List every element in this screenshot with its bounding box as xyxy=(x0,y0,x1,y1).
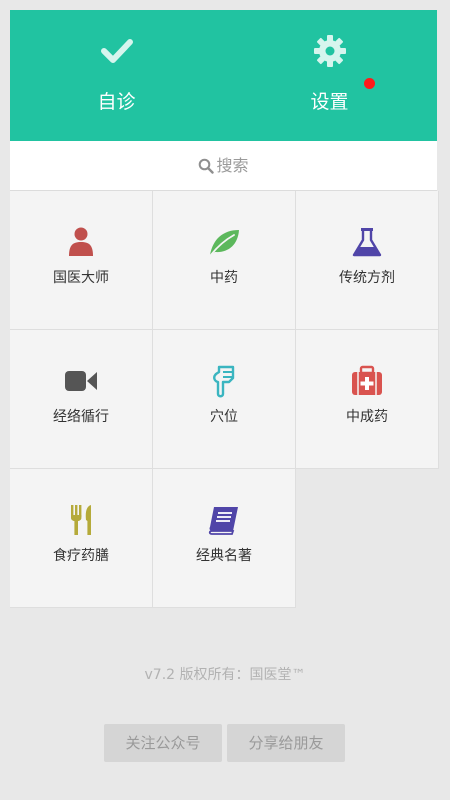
copyright-text: v7.2 版权所有：国医堂™ xyxy=(144,667,306,683)
self-diagnosis-label: 自诊 xyxy=(97,91,136,113)
gear-icon xyxy=(313,35,346,67)
flask-icon xyxy=(352,228,382,257)
medical-kit-icon xyxy=(352,365,382,395)
grid-item-patent-medicine[interactable]: 中成药 xyxy=(296,330,439,469)
settings-button[interactable]: 设置 xyxy=(223,10,436,141)
grid-item-label: 穴位 xyxy=(210,409,238,425)
search-icon xyxy=(199,158,215,174)
grid-item-label: 中药 xyxy=(210,270,238,286)
video-camera-icon xyxy=(65,371,97,391)
grid-item-traditional-formulas[interactable]: 传统方剂 xyxy=(296,191,439,330)
share-with-friends-button[interactable]: 分享给朋友 xyxy=(227,724,345,762)
grid-item-label: 国医大师 xyxy=(53,270,109,286)
pointing-hand-icon xyxy=(213,365,235,398)
header-bar: 自诊 设置 xyxy=(10,10,437,141)
grid-item-classics[interactable]: 经典名著 xyxy=(153,469,296,608)
grid-item-meridians[interactable]: 经络循行 xyxy=(10,330,153,469)
grid-item-label: 传统方剂 xyxy=(339,270,395,286)
notification-dot xyxy=(364,78,375,89)
settings-label: 设置 xyxy=(310,91,349,113)
search-label: 搜索 xyxy=(216,156,249,175)
grid-item-chinese-medicine[interactable]: 中药 xyxy=(153,191,296,330)
grid-item-acupoints[interactable]: 穴位 xyxy=(153,330,296,469)
checkmark-icon xyxy=(100,39,133,63)
fork-knife-icon xyxy=(71,505,91,535)
grid-item-diet-therapy[interactable]: 食疗药膳 xyxy=(10,469,153,608)
person-icon xyxy=(69,227,93,256)
grid-item-master-physicians[interactable]: 国医大师 xyxy=(10,191,153,330)
leaf-icon xyxy=(209,230,239,257)
follow-official-account-button[interactable]: 关注公众号 xyxy=(104,724,222,762)
search-bar[interactable]: 搜索 xyxy=(10,141,437,191)
grid-item-label: 中成药 xyxy=(346,409,388,425)
self-diagnosis-button[interactable]: 自诊 xyxy=(10,10,223,141)
book-icon xyxy=(208,507,238,535)
grid-item-label: 经络循行 xyxy=(53,409,109,425)
grid-item-label: 经典名著 xyxy=(196,548,252,564)
grid-item-label: 食疗药膳 xyxy=(53,548,109,564)
